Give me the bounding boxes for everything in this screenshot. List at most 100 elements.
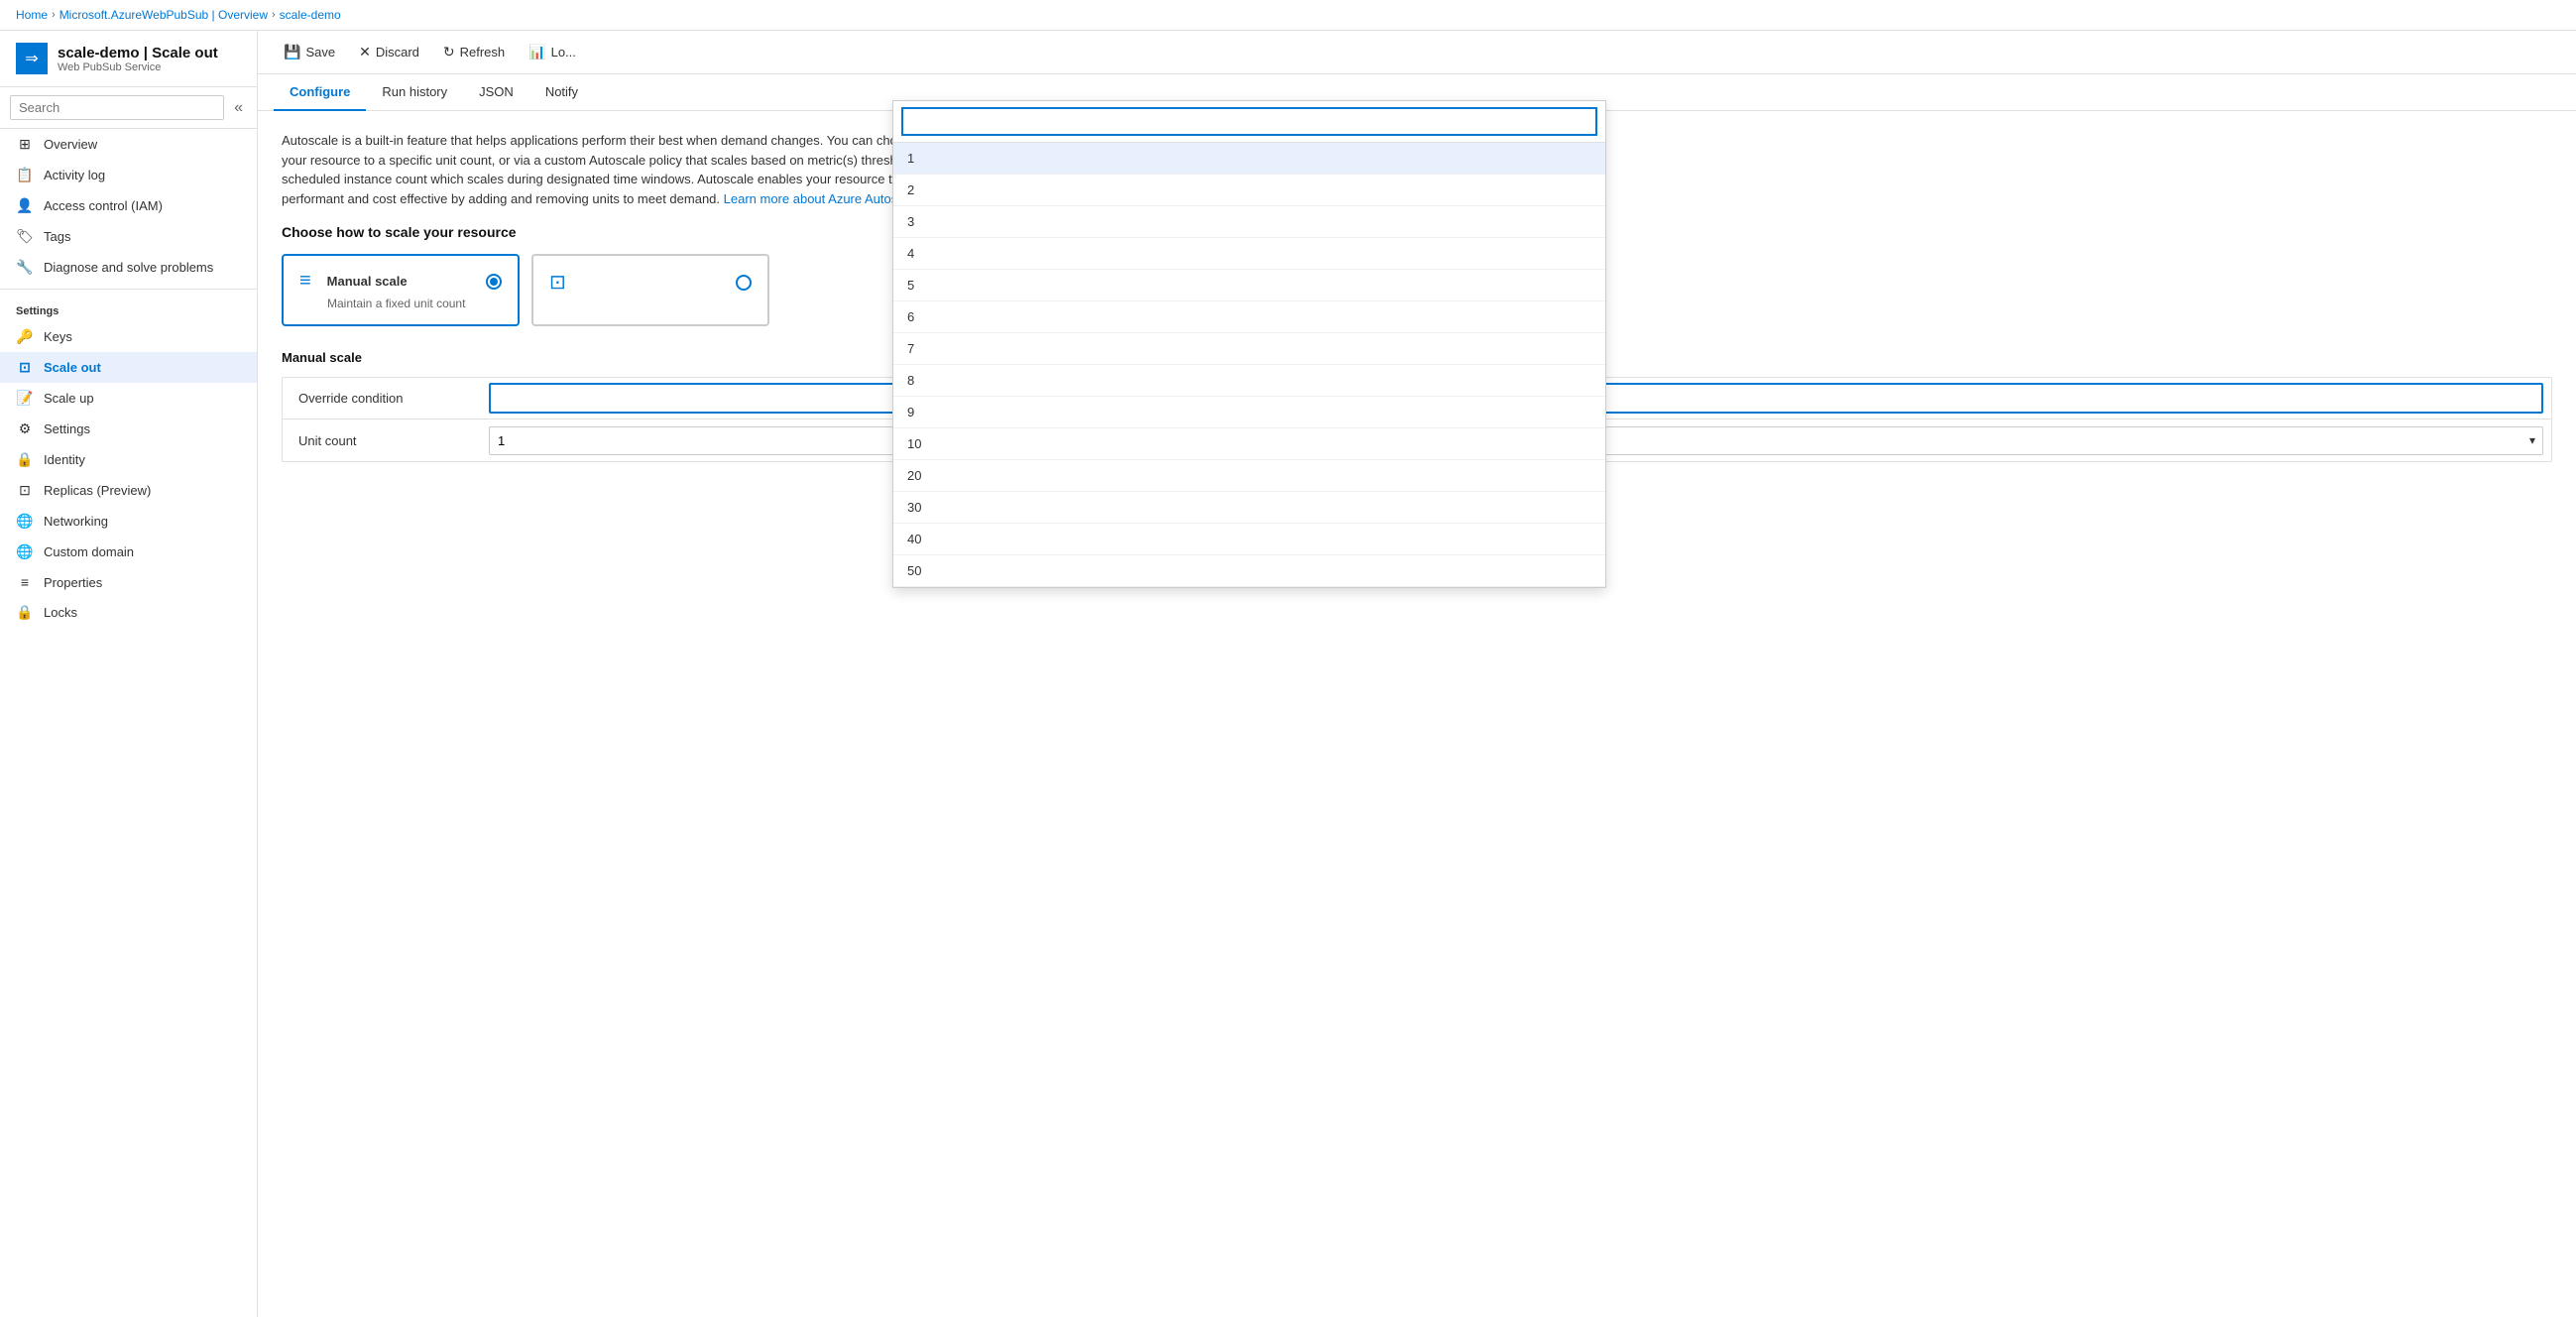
collapse-button[interactable]: « <box>230 97 247 119</box>
manual-scale-title: Manual scale <box>327 274 408 289</box>
tab-run-history[interactable]: Run history <box>366 74 463 111</box>
sidebar-title: scale-demo | Scale out <box>58 45 218 61</box>
sidebar-item-replicas[interactable]: ⊡ Replicas (Preview) <box>0 475 257 506</box>
dropdown-search-input[interactable] <box>901 107 1597 136</box>
dropdown-item-30[interactable]: 30 <box>893 492 1605 524</box>
manual-scale-card[interactable]: ≡ Manual scale Maintain a fixed unit cou… <box>282 254 520 326</box>
breadcrumb-overview[interactable]: Microsoft.AzureWebPubSub | Overview <box>59 8 268 22</box>
breadcrumb-home[interactable]: Home <box>16 8 48 22</box>
sidebar-item-networking[interactable]: 🌐 Networking <box>0 506 257 537</box>
discard-label: Discard <box>376 45 419 60</box>
sidebar-item-label: Scale up <box>44 391 94 406</box>
sidebar-item-label: Activity log <box>44 168 105 182</box>
sidebar-subtitle: Web PubSub Service <box>58 61 218 73</box>
manual-scale-radio[interactable] <box>486 274 502 290</box>
save-label: Save <box>305 45 335 60</box>
dropdown-item-5[interactable]: 5 <box>893 270 1605 301</box>
sidebar-item-diagnose[interactable]: 🔧 Diagnose and solve problems <box>0 252 257 283</box>
scale-out-icon: ⊡ <box>16 359 34 376</box>
sidebar-item-settings[interactable]: ⚙ Settings <box>0 414 257 444</box>
manual-scale-subtitle: Maintain a fixed unit count <box>327 297 502 310</box>
manual-scale-icon: ≡ <box>299 270 311 293</box>
replicas-icon: ⊡ <box>16 482 34 499</box>
breadcrumb: Home › Microsoft.AzureWebPubSub | Overvi… <box>0 0 2576 31</box>
save-button[interactable]: 💾 Save <box>274 39 345 65</box>
dropdown-item-2[interactable]: 2 <box>893 175 1605 206</box>
refresh-label: Refresh <box>460 45 506 60</box>
toolbar: 💾 Save ✕ Discard ↻ Refresh 📊 Lo... <box>258 31 2576 74</box>
custom-scale-icon: ⊡ <box>549 270 566 295</box>
tab-json[interactable]: JSON <box>463 74 529 111</box>
refresh-button[interactable]: ↻ Refresh <box>433 39 515 65</box>
sidebar-item-custom-domain[interactable]: 🌐 Custom domain <box>0 537 257 567</box>
dropdown-item-8[interactable]: 8 <box>893 365 1605 397</box>
sidebar-item-label: Custom domain <box>44 544 134 559</box>
sidebar-item-label: Networking <box>44 514 108 529</box>
sidebar-item-label: Keys <box>44 329 72 344</box>
sidebar-item-label: Access control (IAM) <box>44 198 163 213</box>
sidebar-item-identity[interactable]: 🔒 Identity <box>0 444 257 475</box>
sidebar-item-keys[interactable]: 🔑 Keys <box>0 321 257 352</box>
sidebar-nav: ⊞ Overview 📋 Activity log 👤 Access contr… <box>0 129 257 628</box>
refresh-icon: ↻ <box>443 44 455 60</box>
dropdown-item-1[interactable]: 1 <box>893 143 1605 175</box>
sidebar-item-scale-out[interactable]: ⊡ Scale out <box>0 352 257 383</box>
sidebar-item-label: Locks <box>44 605 77 620</box>
settings-icon: ⚙ <box>16 420 34 437</box>
dropdown-item-20[interactable]: 20 <box>893 460 1605 492</box>
networking-icon: 🌐 <box>16 513 34 530</box>
diagnose-icon: 🔧 <box>16 259 34 276</box>
sidebar-item-properties[interactable]: ≡ Properties <box>0 567 257 597</box>
override-condition-label: Override condition <box>283 383 481 414</box>
tab-notify[interactable]: Notify <box>529 74 594 111</box>
overview-icon: ⊞ <box>16 136 34 153</box>
sidebar-item-locks[interactable]: 🔒 Locks <box>0 597 257 628</box>
unit-count-dropdown[interactable]: 1 2 3 4 5 6 7 8 9 10 20 30 40 50 <box>892 100 1606 588</box>
dropdown-item-3[interactable]: 3 <box>893 206 1605 238</box>
keys-icon: 🔑 <box>16 328 34 345</box>
sidebar-item-label: Scale out <box>44 360 101 375</box>
custom-scale-radio[interactable] <box>736 275 752 291</box>
unit-count-label: Unit count <box>283 425 481 456</box>
dropdown-item-7[interactable]: 7 <box>893 333 1605 365</box>
access-control-icon: 👤 <box>16 197 34 214</box>
sidebar: ⇒ scale-demo | Scale out Web PubSub Serv… <box>0 31 258 1317</box>
sidebar-item-label: Replicas (Preview) <box>44 483 151 498</box>
sidebar-item-access-control[interactable]: 👤 Access control (IAM) <box>0 190 257 221</box>
description-text: Autoscale is a built-in feature that hel… <box>282 131 976 208</box>
sidebar-item-activity-log[interactable]: 📋 Activity log <box>0 160 257 190</box>
tab-configure[interactable]: Configure <box>274 74 366 111</box>
dropdown-item-50[interactable]: 50 <box>893 555 1605 587</box>
search-input[interactable] <box>10 95 224 120</box>
save-icon: 💾 <box>284 44 300 60</box>
discard-button[interactable]: ✕ Discard <box>349 39 429 65</box>
properties-icon: ≡ <box>16 574 34 590</box>
sidebar-item-label: Diagnose and solve problems <box>44 260 213 275</box>
sidebar-item-label: Overview <box>44 137 97 152</box>
sidebar-item-scale-up[interactable]: 📝 Scale up <box>0 383 257 414</box>
dropdown-search-row <box>893 101 1605 143</box>
dropdown-item-9[interactable]: 9 <box>893 397 1605 428</box>
dropdown-list: 1 2 3 4 5 6 7 8 9 10 20 30 40 50 <box>893 143 1605 587</box>
content-area: 💾 Save ✕ Discard ↻ Refresh 📊 Lo... Confi… <box>258 31 2576 1317</box>
sidebar-item-overview[interactable]: ⊞ Overview <box>0 129 257 160</box>
logs-label: Lo... <box>551 45 576 60</box>
locks-icon: 🔒 <box>16 604 34 621</box>
settings-section-label: Settings <box>0 296 257 321</box>
sidebar-header: ⇒ scale-demo | Scale out Web PubSub Serv… <box>0 31 257 87</box>
scale-up-icon: 📝 <box>16 390 34 407</box>
sidebar-item-tags[interactable]: 🏷 Tags <box>0 221 257 252</box>
logs-button[interactable]: 📊 Lo... <box>519 39 586 65</box>
dropdown-item-40[interactable]: 40 <box>893 524 1605 555</box>
custom-domain-icon: 🌐 <box>16 543 34 560</box>
breadcrumb-current: scale-demo <box>280 8 341 22</box>
identity-icon: 🔒 <box>16 451 34 468</box>
sidebar-item-label: Identity <box>44 452 85 467</box>
custom-scale-card[interactable]: ⊡ <box>531 254 769 326</box>
sidebar-item-label: Properties <box>44 575 102 590</box>
dropdown-item-6[interactable]: 6 <box>893 301 1605 333</box>
tags-icon: 🏷 <box>16 228 34 245</box>
dropdown-item-4[interactable]: 4 <box>893 238 1605 270</box>
dropdown-item-10[interactable]: 10 <box>893 428 1605 460</box>
sidebar-search-container: « <box>0 87 257 129</box>
